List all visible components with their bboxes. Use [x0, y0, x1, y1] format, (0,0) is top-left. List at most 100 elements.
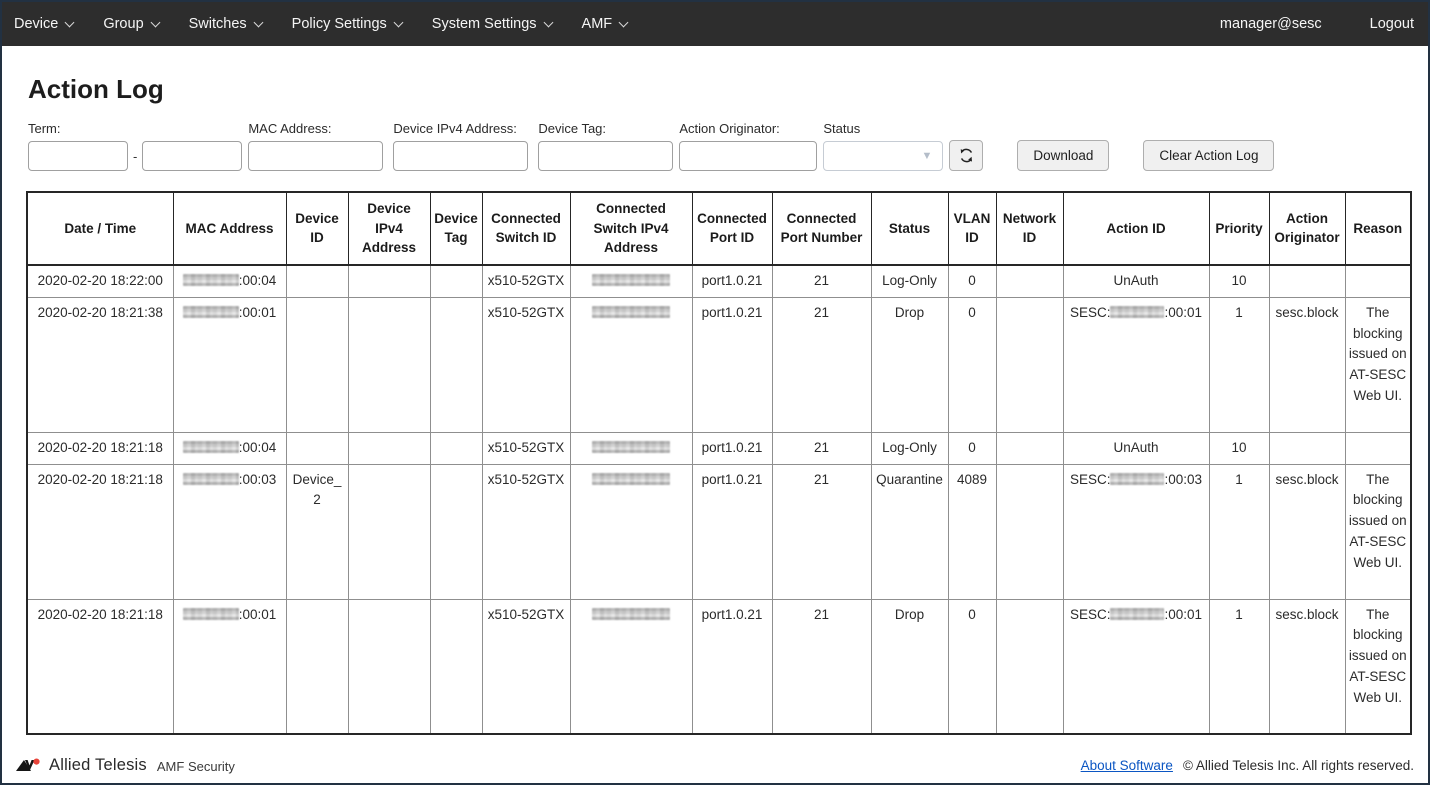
cell-mac-address: :00:01: [173, 599, 286, 734]
column-header-datetime: Date / Time: [27, 192, 173, 265]
mac-filter-group: MAC Address:: [248, 121, 383, 171]
refresh-icon: [958, 147, 975, 164]
status-label: Status: [823, 121, 943, 136]
device-ipv4-input[interactable]: [393, 141, 528, 171]
page-title: Action Log: [28, 74, 1428, 105]
action-log-table-container: Date / TimeMAC AddressDevice IDDevice IP…: [26, 191, 1428, 735]
cell-device-id: Device_2: [286, 464, 348, 599]
menu-item-label: System Settings: [432, 16, 537, 32]
cell-status: Quarantine: [871, 464, 948, 599]
status-filter-group: Status ▼: [823, 121, 943, 171]
brand-name: Allied Telesis: [49, 756, 147, 775]
cell-action-originator: sesc.block: [1269, 599, 1345, 734]
column-header-device-id: Device ID: [286, 192, 348, 265]
redacted-value: [183, 473, 239, 485]
refresh-button[interactable]: [949, 140, 983, 171]
cell-reason: The blocking issued on AT-SESC Web UI.: [1345, 599, 1411, 734]
menu-item-policy-settings[interactable]: Policy Settings: [292, 16, 402, 32]
clear-action-log-button[interactable]: Clear Action Log: [1143, 140, 1274, 171]
cell-vlan-id: 0: [948, 599, 996, 734]
cell-network-id: [996, 297, 1063, 432]
cell-action-originator: sesc.block: [1269, 297, 1345, 432]
column-header-mac-address: MAC Address: [173, 192, 286, 265]
logout-button[interactable]: Logout: [1370, 16, 1414, 32]
device-tag-input[interactable]: [538, 141, 673, 171]
mac-address-input[interactable]: [248, 141, 383, 171]
action-log-table: Date / TimeMAC AddressDevice IDDevice IP…: [26, 191, 1412, 735]
chevron-down-icon: [543, 17, 553, 27]
cell-datetime: 2020-02-20 18:22:00: [27, 265, 173, 297]
download-button[interactable]: Download: [1017, 140, 1109, 171]
menu-item-amf[interactable]: AMF: [582, 16, 628, 32]
logged-in-user: manager@sesc: [1220, 16, 1322, 32]
menu-item-device[interactable]: Device: [14, 16, 73, 32]
cell-vlan-id: 0: [948, 432, 996, 464]
chevron-down-icon: [65, 17, 75, 27]
cell-connected-port-id: port1.0.21: [692, 297, 772, 432]
cell-device-id: [286, 265, 348, 297]
column-header-connected-port-id: Connected Port ID: [692, 192, 772, 265]
table-row: 2020-02-20 18:21:18:00:01x510-52GTXport1…: [27, 599, 1411, 734]
column-header-connected-switch-ipv4: Connected Switch IPv4 Address: [570, 192, 692, 265]
cell-connected-port-id: port1.0.21: [692, 599, 772, 734]
cell-connected-switch-id: x510-52GTX: [482, 265, 570, 297]
cell-device-ipv4: [348, 432, 430, 464]
allied-telesis-logo-icon: [16, 757, 43, 774]
top-navbar: Device Group Switches Policy Settings System…: [2, 2, 1428, 46]
cell-datetime: 2020-02-20 18:21:18: [27, 432, 173, 464]
copyright-text: © Allied Telesis Inc. All rights reserve…: [1183, 758, 1414, 773]
cell-status: Log-Only: [871, 265, 948, 297]
redacted-value: [592, 608, 670, 620]
menu-item-group[interactable]: Group: [103, 16, 158, 32]
cell-connected-port-id: port1.0.21: [692, 432, 772, 464]
main-menu: Device Group Switches Policy Settings System…: [14, 16, 627, 32]
cell-network-id: [996, 265, 1063, 297]
table-row: 2020-02-20 18:22:00:00:04x510-52GTXport1…: [27, 265, 1411, 297]
column-header-device-tag: Device Tag: [430, 192, 482, 265]
footer-right: About Software © Allied Telesis Inc. All…: [1081, 758, 1414, 773]
redacted-value: [592, 473, 670, 485]
cell-vlan-id: 0: [948, 265, 996, 297]
redacted-value: [592, 306, 670, 318]
status-select[interactable]: ▼: [823, 141, 943, 171]
redacted-value: [1110, 608, 1164, 620]
table-row: 2020-02-20 18:21:38:00:01x510-52GTXport1…: [27, 297, 1411, 432]
cell-mac-address: :00:03: [173, 464, 286, 599]
column-header-action-originator: Action Originator: [1269, 192, 1345, 265]
table-body: 2020-02-20 18:22:00:00:04 x510-52GTX port1…: [27, 265, 1411, 734]
action-originator-input[interactable]: [679, 141, 817, 171]
chevron-down-icon: [619, 17, 629, 27]
term-from-input[interactable]: [28, 141, 128, 171]
cell-mac-address: :00:04: [173, 265, 286, 297]
chevron-down-icon: [393, 17, 403, 27]
cell-reason: [1345, 265, 1411, 297]
redacted-value: [1110, 473, 1164, 485]
cell-action-id: SESC::00:03: [1063, 464, 1209, 599]
column-header-status: Status: [871, 192, 948, 265]
cell-device-id: [286, 599, 348, 734]
cell-device-tag: [430, 432, 482, 464]
term-separator: -: [133, 149, 137, 164]
cell-action-id: SESC::00:01: [1063, 297, 1209, 432]
redacted-value: [592, 274, 670, 286]
about-software-link[interactable]: About Software: [1081, 758, 1173, 773]
menu-item-switches[interactable]: Switches: [189, 16, 262, 32]
device-tag-label: Device Tag:: [538, 121, 673, 136]
term-to-input[interactable]: [142, 141, 242, 171]
column-header-action-id: Action ID: [1063, 192, 1209, 265]
cell-device-id: [286, 432, 348, 464]
cell-connected-switch-ipv4: [570, 599, 692, 734]
chevron-down-icon: [150, 17, 160, 27]
column-header-network-id: Network ID: [996, 192, 1063, 265]
cell-network-id: [996, 464, 1063, 599]
action-originator-filter-group: Action Originator:: [679, 121, 817, 171]
cell-connected-switch-id: x510-52GTX: [482, 464, 570, 599]
cell-status: Drop: [871, 297, 948, 432]
cell-priority: 10: [1209, 432, 1269, 464]
cell-reason: The blocking issued on AT-SESC Web UI.: [1345, 464, 1411, 599]
device-tag-filter-group: Device Tag:: [538, 121, 673, 171]
menu-item-system-settings[interactable]: System Settings: [432, 16, 552, 32]
action-originator-label: Action Originator:: [679, 121, 817, 136]
action-log-page: { "navbar": { "items": [ { "label": "Dev…: [0, 0, 1430, 785]
cell-connected-switch-id: x510-52GTX: [482, 599, 570, 734]
